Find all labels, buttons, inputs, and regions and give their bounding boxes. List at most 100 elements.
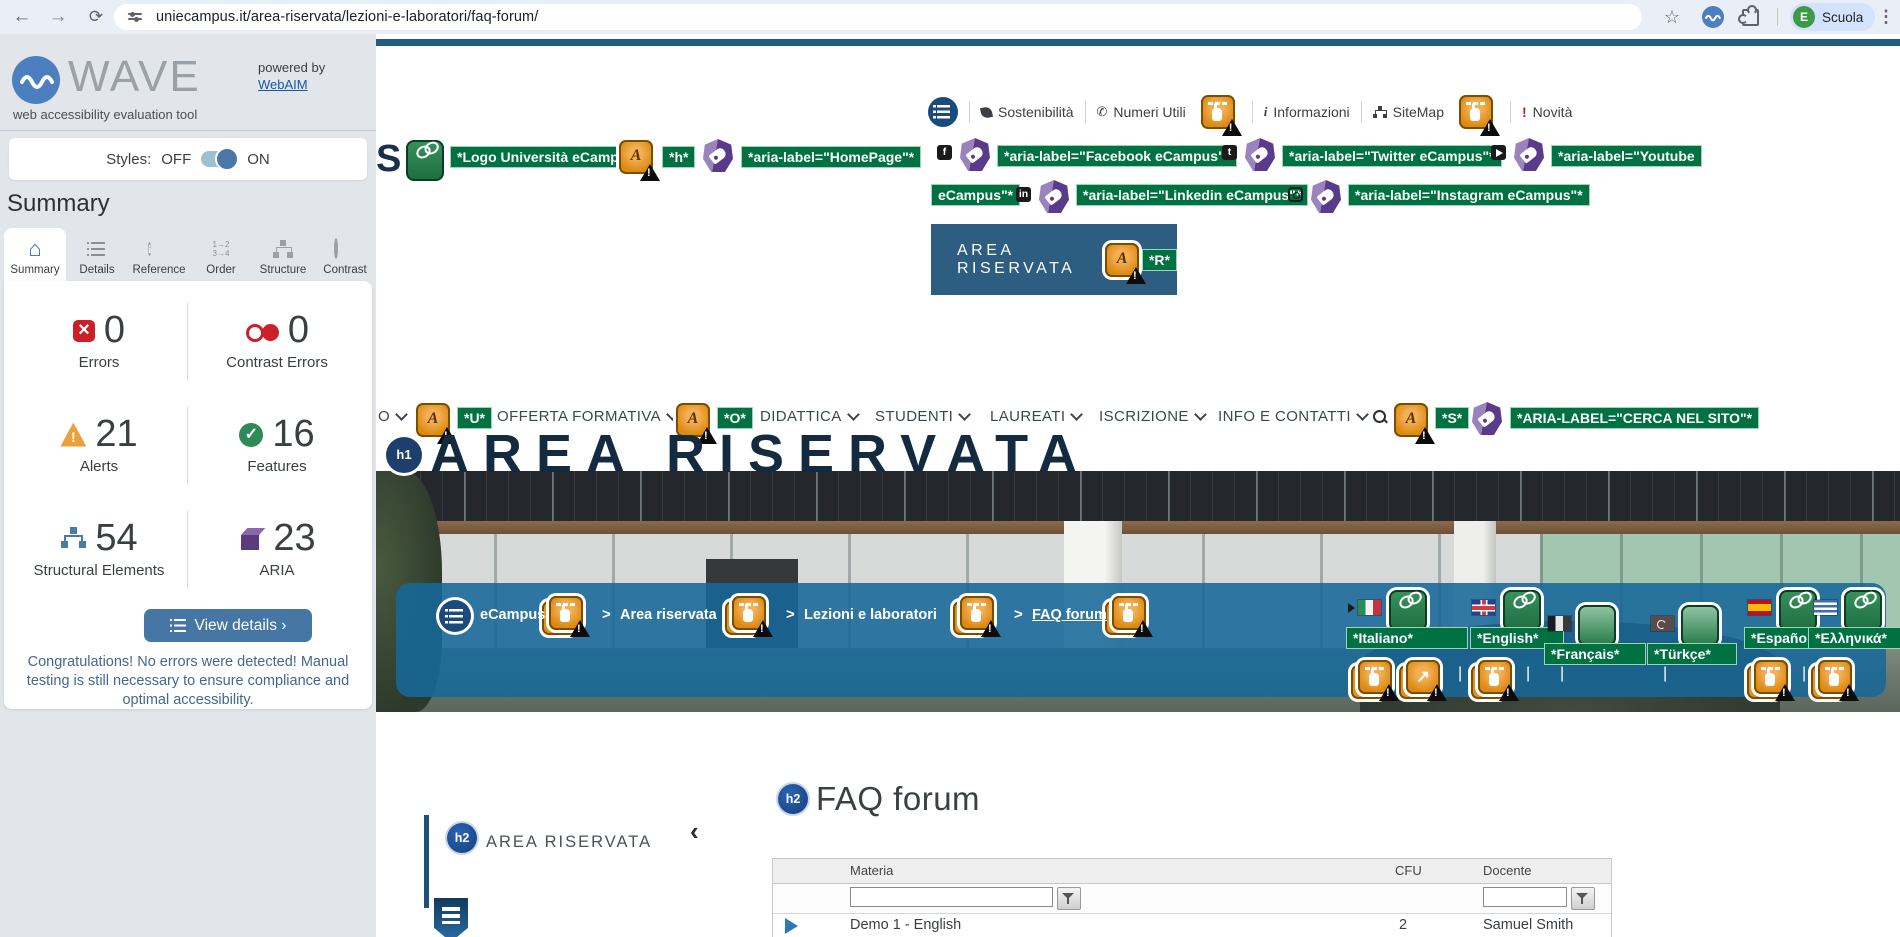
wave-redundant-link-icon[interactable]	[953, 596, 1001, 637]
wave-redundant-link-icon[interactable]	[542, 596, 590, 637]
sidebar-collapse-chevron[interactable]: ‹	[690, 816, 699, 847]
wave-alt-text-icon[interactable]: A	[619, 140, 660, 181]
nav-info-contatti[interactable]: INFO E CONTATTI	[1218, 408, 1369, 425]
congratulations-text: Congratulations! No errors were detected…	[26, 654, 350, 709]
nav-novita[interactable]: ! Novità	[1522, 104, 1572, 120]
col-materia: Materia	[850, 863, 894, 878]
menu-kebab-icon[interactable]: ⋮	[1872, 0, 1900, 34]
styles-off-label: OFF	[161, 150, 192, 168]
wave-image-icon[interactable]	[1681, 605, 1719, 646]
flag-turkce[interactable]	[1651, 616, 1674, 631]
nav-numeri-utili[interactable]: ✆ Numeri Utili	[1097, 104, 1186, 120]
chevron-down-icon	[1356, 408, 1369, 421]
wave-aria-label-icon[interactable]	[1311, 180, 1341, 213]
tab-summary[interactable]: ⌂ Summary	[4, 228, 66, 281]
wave-aria-label-icon[interactable]	[960, 138, 990, 171]
tab-order[interactable]: 1→2 3→4 Order	[190, 228, 252, 281]
stat-aria: 23 ARIA	[192, 517, 362, 579]
alt-text-annotation: *Italiano*	[1346, 627, 1468, 649]
flag-espanol[interactable]	[1748, 600, 1771, 615]
wave-heading-badge[interactable]: h1	[386, 437, 422, 473]
forward-icon[interactable]: →	[44, 0, 72, 34]
nav-sitemap[interactable]: SiteMap	[1373, 104, 1444, 120]
wave-redundant-link-icon[interactable]	[1471, 660, 1519, 701]
tab-contrast[interactable]: Contrast	[314, 228, 376, 281]
breadcrumb-band: eCampus > Area riservata > Lezioni e lab…	[396, 583, 1900, 701]
styles-card: Styles: OFF ON	[9, 138, 367, 180]
wave-aria-label-icon[interactable]	[1039, 180, 1069, 213]
faq-table: Materia CFU Docente Demo 1 - English 2 S…	[772, 858, 1612, 937]
docente-filter-input[interactable]	[1483, 887, 1567, 907]
docente-filter-button[interactable]	[1571, 887, 1595, 910]
wave-linked-image-icon[interactable]	[1503, 590, 1541, 631]
breadcrumb-menu-icon[interactable]	[439, 600, 471, 632]
breadcrumb-lezioni[interactable]: Lezioni e laboratori	[804, 607, 937, 623]
materia-filter-input[interactable]	[850, 887, 1053, 907]
wave-linked-image-icon[interactable]	[1779, 590, 1817, 631]
wave-aria-label-icon[interactable]	[1472, 402, 1502, 435]
wave-alt-text-icon[interactable]: A	[1105, 242, 1147, 284]
search-icon[interactable]	[1372, 409, 1388, 425]
youtube-icon[interactable]	[1491, 145, 1506, 160]
separator: |	[1663, 665, 1668, 682]
wave-aria-label-icon[interactable]	[703, 139, 733, 172]
wave-image-icon[interactable]	[1578, 605, 1616, 646]
flag-francais[interactable]	[1548, 616, 1571, 631]
flag-english[interactable]	[1472, 600, 1495, 615]
wave-extension-icon[interactable]	[1702, 6, 1724, 28]
wave-h2-badge[interactable]: h2	[447, 823, 477, 853]
divider	[187, 407, 188, 485]
wave-aria-label-icon[interactable]	[1514, 138, 1544, 171]
instagram-icon[interactable]	[1288, 187, 1303, 202]
wave-redundant-link-icon[interactable]	[1351, 660, 1399, 701]
flag-ellinika[interactable]	[1814, 600, 1837, 615]
bookmark-star-icon[interactable]: ☆	[1658, 0, 1686, 34]
flag-italiano[interactable]	[1358, 600, 1381, 615]
wave-redundant-link-icon[interactable]	[1193, 95, 1242, 136]
wave-redundant-link-icon[interactable]	[1105, 596, 1153, 637]
styles-on-label: ON	[247, 150, 270, 168]
tab-structure[interactable]: Structure	[252, 228, 314, 281]
toggle-knob[interactable]	[215, 147, 240, 171]
wave-alt-text-icon[interactable]: A	[1394, 403, 1435, 444]
wave-linked-image-icon[interactable]	[1389, 590, 1427, 631]
site-info-icon[interactable]	[128, 11, 144, 23]
back-icon[interactable]: ←	[8, 0, 36, 34]
nav-clipped-item[interactable]: O	[378, 408, 408, 425]
tab-details[interactable]: Details	[66, 228, 128, 281]
wave-redundant-link-icon[interactable]	[1811, 660, 1859, 701]
twitter-icon[interactable]: t	[1222, 145, 1237, 160]
wave-linked-image-icon[interactable]	[406, 140, 444, 592]
breadcrumb-ecampus[interactable]: eCampus	[480, 607, 545, 623]
styles-toggle[interactable]	[201, 147, 240, 171]
tab-reference[interactable]: i Reference	[128, 228, 190, 281]
facebook-icon[interactable]: f	[937, 145, 952, 160]
row-expand-icon[interactable]	[785, 918, 798, 934]
url-bar[interactable]: uniecampus.it/area-riservata/lezioni-e-l…	[114, 4, 1642, 30]
webaim-link[interactable]: WebAIM	[258, 77, 325, 92]
area-riservata-button[interactable]: AREA RISERVATA A *R*	[931, 224, 1177, 295]
wave-redundant-link-icon[interactable]	[1747, 660, 1795, 701]
view-details-button[interactable]: View details ›	[144, 609, 312, 642]
reload-icon[interactable]: ⟳	[82, 0, 110, 34]
stat-contrast-errors: 0 Contrast Errors	[226, 309, 328, 371]
separator: |	[1802, 665, 1807, 682]
nav-sostenibilita[interactable]: Sostenibilità	[979, 104, 1074, 120]
nav-informazioni[interactable]: i Informazioni	[1264, 104, 1350, 120]
separator: |	[1458, 665, 1463, 682]
wave-aria-label-icon[interactable]	[1245, 138, 1275, 171]
wave-redundant-link-icon[interactable]	[725, 596, 773, 637]
wave-linked-image-icon[interactable]	[1844, 590, 1882, 631]
wave-new-window-icon[interactable]: ↗	[1399, 660, 1447, 701]
breadcrumb-faq-forum[interactable]: FAQ forum	[1032, 607, 1107, 623]
linkedin-icon[interactable]: in	[1016, 187, 1031, 202]
site-logo-fragment[interactable]: S	[376, 138, 401, 181]
extensions-puzzle-icon[interactable]	[1738, 5, 1759, 26]
breadcrumb-area-riservata[interactable]: Area riservata	[620, 607, 717, 623]
materia-filter-button[interactable]	[1057, 887, 1081, 910]
profile-chip[interactable]: E Scuola	[1790, 3, 1876, 31]
menu-list-icon[interactable]	[928, 97, 958, 127]
wave-h2-badge[interactable]: h2	[778, 784, 808, 814]
nav-iscrizione[interactable]: ISCRIZIONE	[1099, 408, 1207, 425]
wave-redundant-link-icon[interactable]	[1452, 95, 1500, 136]
